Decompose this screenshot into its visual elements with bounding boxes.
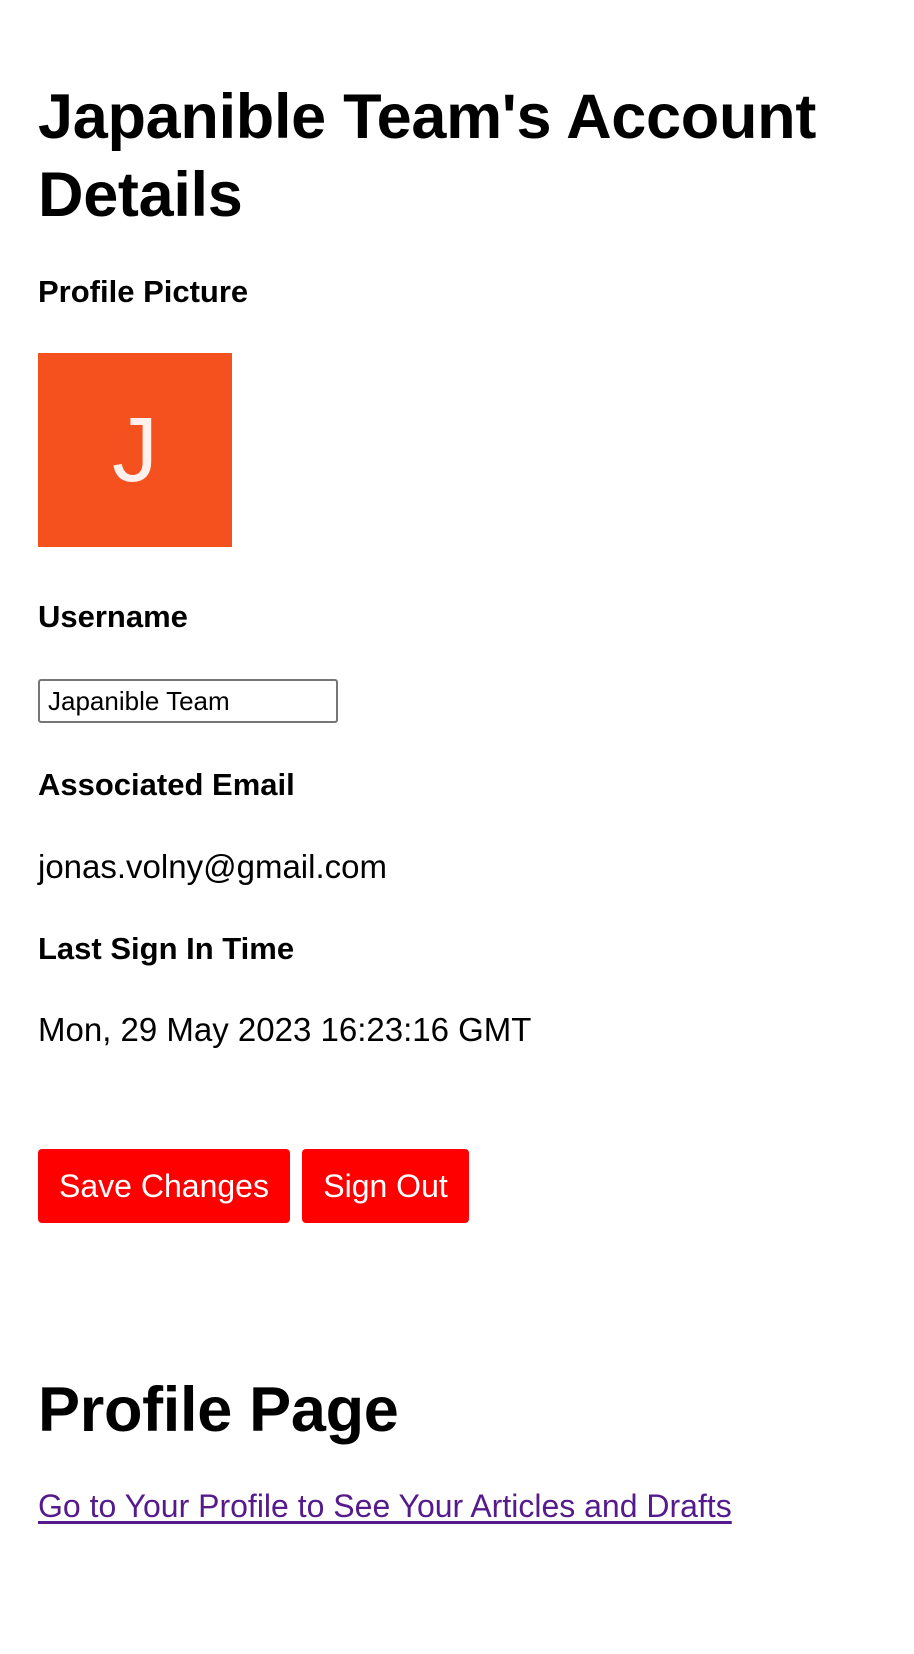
page-title: Japanible Team's Account Details <box>38 82 816 230</box>
avatar-letter: J <box>112 399 158 501</box>
email-value: jonas.volny@gmail.com <box>38 848 387 885</box>
profile-link[interactable]: Go to Your Profile to See Your Articles … <box>38 1486 732 1526</box>
avatar: J <box>38 353 232 547</box>
save-changes-button[interactable]: Save Changes <box>38 1149 290 1223</box>
last-sign-in-label: Last Sign In Time <box>38 931 295 966</box>
username-label: Username <box>38 599 188 634</box>
sign-out-button[interactable]: Sign Out <box>302 1149 469 1223</box>
profile-picture-label: Profile Picture <box>38 274 249 309</box>
last-sign-in-value: Mon, 29 May 2023 16:23:16 GMT <box>38 1011 532 1048</box>
profile-page-heading: Profile Page <box>38 1375 399 1445</box>
associated-email-label: Associated Email <box>38 767 295 802</box>
username-input[interactable] <box>38 679 338 723</box>
